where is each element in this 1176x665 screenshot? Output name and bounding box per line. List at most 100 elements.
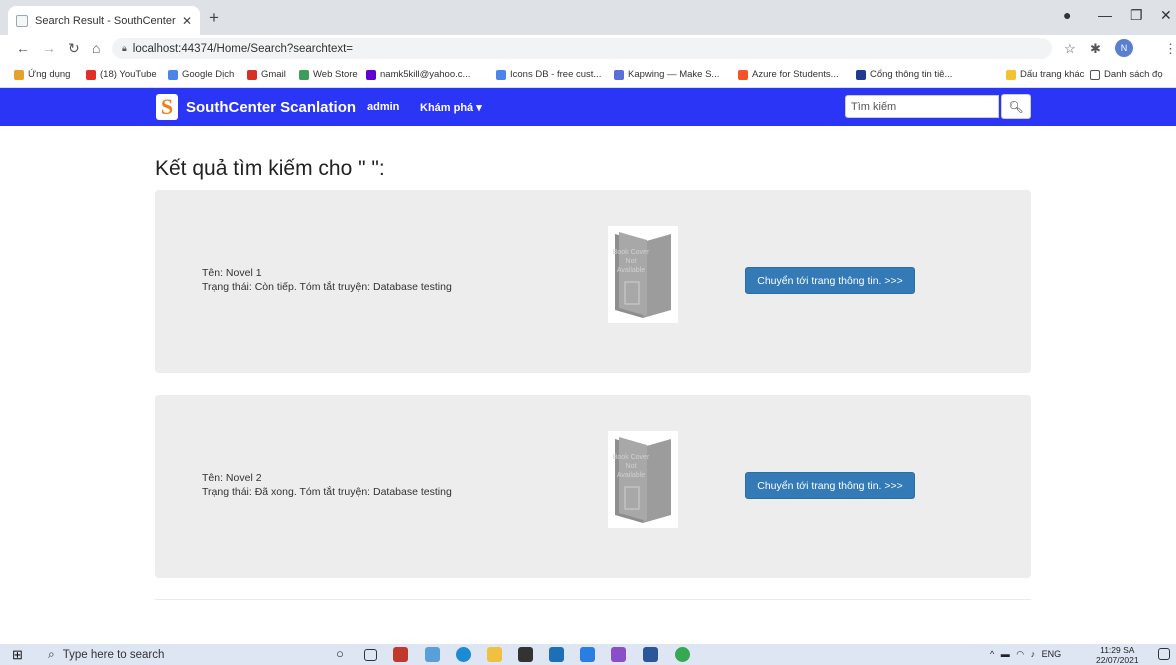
clock-date: 22/07/2021 bbox=[1096, 655, 1139, 665]
forward-button[interactable]: → bbox=[42, 40, 56, 56]
volume-icon[interactable]: ♪ bbox=[1031, 649, 1036, 659]
result-card: Tên: Novel 2 Trạng thái: Đã xong. Tóm tắ… bbox=[155, 395, 1031, 578]
bookmark-apps[interactable]: Ứng dụng bbox=[14, 69, 70, 80]
svg-text:Not: Not bbox=[626, 463, 637, 470]
bookmarks-bar: Ứng dụng (18) YouTube Google Dịch Gmail … bbox=[0, 62, 1176, 88]
book-cover-icon: Book Cover Not Available bbox=[613, 436, 671, 523]
address-bar[interactable]: 🔒︎ localhost:44374/Home/Search?searchtex… bbox=[112, 38, 1052, 59]
yahoo-mail-icon bbox=[366, 69, 376, 80]
windows-start-icon[interactable]: ⊞ bbox=[12, 647, 23, 663]
language-indicator[interactable]: ENG bbox=[1042, 649, 1062, 659]
translate-icon bbox=[168, 69, 178, 80]
bookmark-other[interactable]: Dấu trang khác bbox=[1006, 69, 1084, 80]
kapwing-icon bbox=[614, 69, 624, 80]
bookmark-azure[interactable]: Azure for Students... bbox=[738, 69, 839, 80]
back-button[interactable]: ← bbox=[16, 40, 30, 56]
app-icon-photos[interactable] bbox=[425, 647, 440, 662]
store-icon[interactable] bbox=[518, 647, 533, 662]
battery-icon[interactable]: ▬ bbox=[1001, 649, 1010, 659]
page-favicon-icon bbox=[16, 14, 28, 27]
goto-info-button[interactable]: Chuyển tới trang thông tin. >>> bbox=[745, 267, 915, 294]
nav-explore-dropdown[interactable]: Khám phá ▾ bbox=[420, 101, 482, 114]
search-icon: ⌕ bbox=[48, 647, 55, 661]
microsoft-icon bbox=[738, 69, 748, 80]
reload-button[interactable]: ↻ bbox=[68, 40, 80, 57]
word-icon[interactable] bbox=[643, 647, 658, 662]
lock-icon: 🔒︎ bbox=[122, 43, 127, 53]
bookmark-gmail[interactable]: Gmail bbox=[247, 69, 286, 80]
result-info: Tên: Novel 2 Trạng thái: Đã xong. Tóm tắ… bbox=[202, 471, 452, 499]
bookmark-yahoo[interactable]: namk5kill@yahoo.c... bbox=[366, 69, 470, 80]
close-window-button[interactable]: ✕ bbox=[1160, 7, 1172, 24]
book-cover-placeholder: Book Cover Not Available bbox=[608, 226, 678, 323]
notifications-icon[interactable] bbox=[1158, 648, 1170, 660]
bookmark-youtube[interactable]: (18) YouTube bbox=[86, 69, 157, 80]
taskbar-search-placeholder: Type here to search bbox=[62, 648, 165, 661]
visual-studio-icon[interactable] bbox=[611, 647, 626, 662]
clock-time: 11:29 SA bbox=[1100, 645, 1135, 655]
browser-tab[interactable]: Search Result - SouthCenter Scan ✕ bbox=[8, 6, 200, 35]
svg-text:Not: Not bbox=[626, 258, 637, 265]
home-button[interactable]: ⌂ bbox=[92, 40, 100, 56]
app-icon-l[interactable] bbox=[580, 647, 595, 662]
taskbar-search[interactable]: ⌕ Type here to search bbox=[48, 644, 273, 665]
restore-button[interactable]: ❐ bbox=[1130, 7, 1143, 24]
bookmark-star-icon[interactable]: ☆ bbox=[1064, 41, 1076, 57]
chevron-up-icon[interactable]: ^ bbox=[990, 649, 994, 659]
book-cover-placeholder: Book Cover Not Available bbox=[608, 431, 678, 528]
svg-text:Book Cover: Book Cover bbox=[613, 249, 650, 256]
task-view-icon[interactable] bbox=[364, 649, 377, 661]
portal-icon bbox=[856, 69, 866, 80]
page-title: Kết quả tìm kiếm cho " ": bbox=[155, 157, 385, 180]
nav-admin-link[interactable]: admin bbox=[367, 101, 399, 113]
record-icon[interactable]: ● bbox=[1063, 7, 1071, 23]
browser-toolbar: ← → ↻ ⌂ 🔒︎ localhost:44374/Home/Search?s… bbox=[0, 35, 1176, 62]
app-icon-red[interactable] bbox=[393, 647, 408, 662]
minimize-button[interactable]: — bbox=[1098, 7, 1112, 23]
cortana-icon[interactable]: ○ bbox=[336, 646, 351, 661]
bookmark-google-translate[interactable]: Google Dịch bbox=[168, 69, 234, 80]
new-tab-button[interactable]: + bbox=[209, 8, 219, 28]
mail-icon[interactable] bbox=[549, 647, 564, 662]
bookmark-portal[interactable]: Cổng thông tin tiê... bbox=[856, 69, 952, 80]
browser-tab-strip: Search Result - SouthCenter Scan ✕ + ● —… bbox=[0, 0, 1176, 35]
file-explorer-icon[interactable] bbox=[487, 647, 502, 662]
chrome-icon[interactable] bbox=[675, 647, 690, 662]
profile-avatar[interactable]: N bbox=[1115, 39, 1133, 57]
svg-text:Available: Available bbox=[617, 267, 645, 274]
result-status: Trạng thái: Đã xong. Tóm tắt truyện: Dat… bbox=[202, 486, 452, 498]
system-tray: ^ ▬ ◠ ♪ ENG bbox=[990, 649, 1061, 660]
gmail-icon bbox=[247, 69, 257, 80]
bookmark-kapwing[interactable]: Kapwing — Make S... bbox=[614, 69, 719, 80]
result-name: Tên: Novel 1 bbox=[202, 267, 262, 279]
book-cover-icon: Book Cover Not Available bbox=[613, 231, 671, 318]
extensions-icon[interactable]: ✱ bbox=[1090, 41, 1101, 57]
svg-text:Book Cover: Book Cover bbox=[613, 454, 650, 461]
site-navbar: S SouthCenter Scanlation admin Khám phá … bbox=[0, 88, 1176, 126]
result-name: Tên: Novel 2 bbox=[202, 472, 262, 484]
svg-text:Available: Available bbox=[617, 472, 645, 479]
heart-icon bbox=[496, 69, 506, 80]
menu-icon[interactable]: ⋮ bbox=[1164, 41, 1176, 57]
site-search-input[interactable] bbox=[845, 95, 999, 118]
goto-info-button[interactable]: Chuyển tới trang thông tin. >>> bbox=[745, 472, 915, 499]
windows-taskbar: ⊞ ⌕ Type here to search ○ ^ ▬ ◠ ♪ ENG 11… bbox=[0, 644, 1176, 665]
site-logo[interactable]: S bbox=[156, 94, 178, 120]
site-brand[interactable]: SouthCenter Scanlation bbox=[186, 99, 356, 116]
clock[interactable]: 11:29 SA 22/07/2021 bbox=[1096, 645, 1139, 665]
tab-title: Search Result - SouthCenter Scan bbox=[35, 14, 178, 27]
bookmark-webstore[interactable]: Web Store bbox=[299, 69, 358, 80]
edge-icon[interactable] bbox=[456, 647, 471, 662]
result-card: Tên: Novel 1 Trạng thái: Còn tiếp. Tóm t… bbox=[155, 190, 1031, 373]
result-info: Tên: Novel 1 Trạng thái: Còn tiếp. Tóm t… bbox=[202, 266, 452, 294]
site-search-button[interactable]: 🔍︎ bbox=[1001, 94, 1031, 119]
webstore-icon bbox=[299, 69, 309, 80]
folder-icon bbox=[1006, 69, 1016, 80]
reading-list[interactable]: Danh sách đọ bbox=[1090, 69, 1163, 80]
url-text: localhost:44374/Home/Search?searchtext= bbox=[132, 42, 354, 55]
apps-grid-icon bbox=[14, 69, 24, 80]
youtube-icon bbox=[86, 69, 96, 80]
close-tab-icon[interactable]: ✕ bbox=[182, 14, 192, 28]
bookmark-iconsdb[interactable]: Icons DB - free cust... bbox=[496, 69, 601, 80]
network-icon[interactable]: ◠ bbox=[1016, 649, 1024, 659]
